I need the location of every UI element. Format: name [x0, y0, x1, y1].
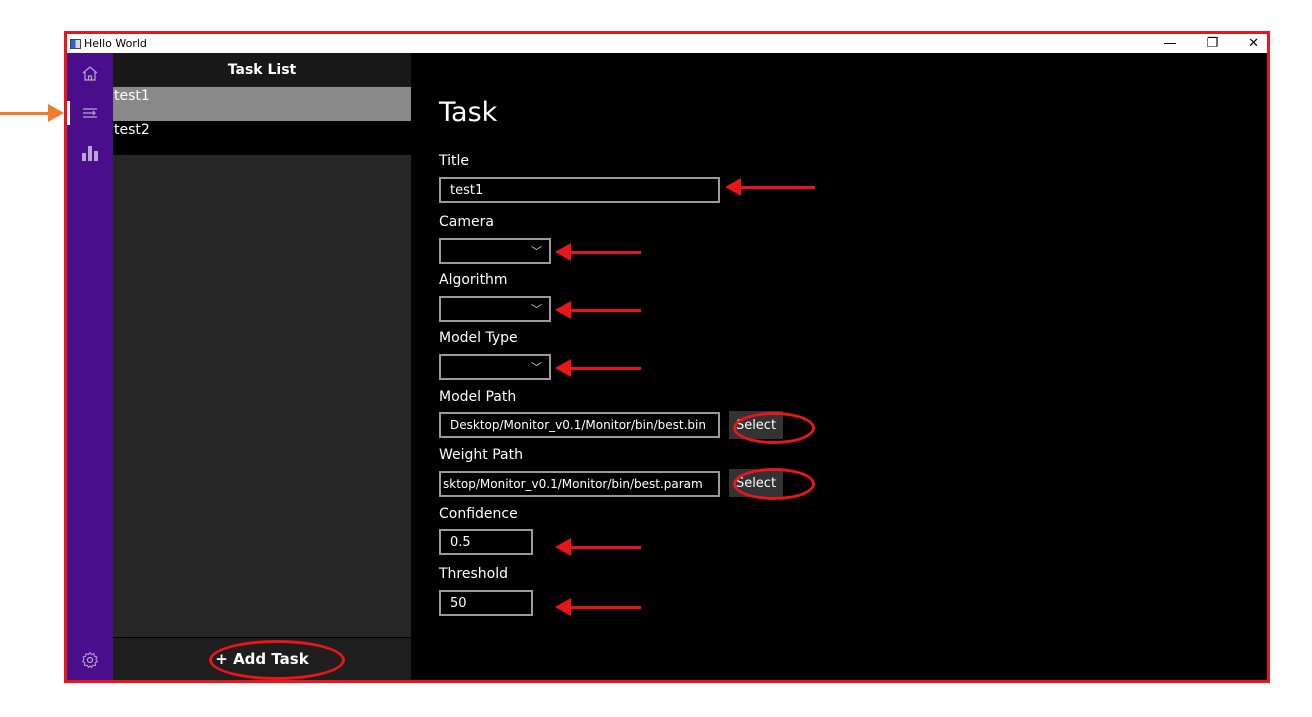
title-bar: Hello World — ❐ ✕: [67, 34, 1267, 53]
weight-path-input[interactable]: sktop/Monitor_v0.1/Monitor/bin/best.para…: [439, 471, 720, 497]
threshold-label: Threshold: [439, 566, 508, 582]
task-list: test1 test2: [113, 87, 411, 155]
nav-home[interactable]: [67, 55, 113, 91]
model-path-input[interactable]: Desktop/Monitor_v0.1/Monitor/bin/best.bi…: [439, 412, 720, 438]
confidence-input[interactable]: 0.5: [439, 529, 533, 555]
window-controls: — ❐ ✕: [1163, 34, 1259, 53]
camera-label: Camera: [439, 214, 494, 230]
task-item-test1[interactable]: test1: [113, 87, 411, 121]
task-list-empty-area: [113, 155, 411, 637]
task-list-header: Task List: [113, 53, 411, 86]
home-icon: [82, 66, 98, 81]
task-detail-form: Task Title test1 Camera ﹀ Algorithm ﹀ Mo…: [411, 53, 1267, 680]
close-button[interactable]: ✕: [1248, 34, 1259, 53]
chevron-down-icon: ﹀: [531, 361, 542, 374]
chevron-down-icon: ﹀: [531, 245, 542, 258]
page-title: Task: [439, 97, 498, 128]
app-icon: [70, 38, 81, 49]
navigation-rail: [67, 53, 113, 680]
threshold-input[interactable]: 50: [439, 590, 533, 616]
weight-path-label: Weight Path: [439, 447, 523, 463]
add-task-bar: + Add Task: [113, 637, 411, 680]
bar-chart-icon: [82, 146, 98, 161]
title-input[interactable]: test1: [439, 177, 720, 203]
window-title: Hello World: [84, 37, 147, 50]
task-list-icon: [83, 108, 97, 118]
camera-dropdown[interactable]: ﹀: [439, 238, 551, 264]
nav-statistics[interactable]: [67, 135, 113, 171]
title-label: Title: [439, 153, 470, 169]
app-window: Hello World — ❐ ✕ Task List test1 test2 …: [64, 31, 1270, 683]
restore-button[interactable]: ❐: [1206, 34, 1218, 53]
weight-path-select-button[interactable]: Select: [729, 469, 783, 497]
minimize-button[interactable]: —: [1163, 34, 1176, 53]
model-path-select-button[interactable]: Select: [729, 411, 783, 439]
annotation-orange-arrow: [0, 104, 64, 122]
nav-settings[interactable]: [67, 642, 113, 678]
task-list-panel: Task List test1 test2 + Add Task: [113, 53, 411, 680]
algorithm-label: Algorithm: [439, 272, 508, 288]
algorithm-dropdown[interactable]: ﹀: [439, 296, 551, 322]
model-path-label: Model Path: [439, 389, 517, 405]
nav-task-list[interactable]: [67, 95, 113, 131]
model-type-label: Model Type: [439, 330, 518, 346]
active-indicator: [67, 101, 70, 125]
confidence-label: Confidence: [439, 506, 518, 522]
task-item-test2[interactable]: test2: [113, 121, 411, 155]
gear-icon: [81, 651, 99, 669]
model-type-dropdown[interactable]: ﹀: [439, 354, 551, 380]
add-task-button[interactable]: + Add Task: [209, 649, 314, 669]
chevron-down-icon: ﹀: [531, 303, 542, 316]
